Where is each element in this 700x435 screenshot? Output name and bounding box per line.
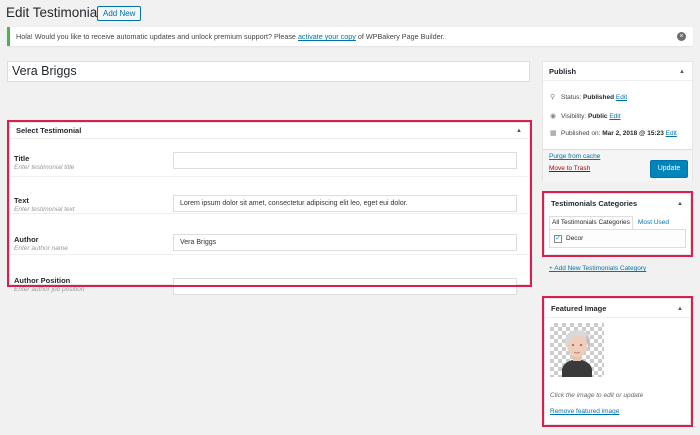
status-row: ⚲ Status: Published Edit: [550, 93, 627, 101]
publish-box: Publish ▲ ⚲ Status: Published Edit ◉ Visib…: [542, 61, 693, 181]
field-label-text: Text: [14, 196, 29, 205]
publish-title: Publish: [549, 67, 577, 76]
published-value: Mar 2, 2018 @ 15:23: [602, 130, 664, 137]
visibility-label: Visibility:: [561, 113, 587, 120]
author-position-field[interactable]: [173, 278, 517, 295]
status-edit-link[interactable]: Edit: [616, 94, 627, 101]
field-row-author-position: Author Position Enter author job positio…: [10, 255, 529, 295]
field-label-author: Author: [14, 235, 39, 244]
notice-text-suffix: of WPBakery Page Builder.: [355, 32, 445, 41]
field-hint-text: Enter testimonial text: [14, 206, 75, 213]
category-label-decor: Decor: [566, 235, 584, 242]
status-value: Published: [583, 94, 615, 101]
activate-link[interactable]: activate your copy: [298, 32, 356, 41]
publish-header[interactable]: Publish ▲: [543, 62, 692, 81]
calendar-icon: ▦: [550, 130, 557, 137]
title-field[interactable]: [173, 152, 517, 169]
update-notice: Hola! Would you like to receive automati…: [7, 27, 693, 46]
select-testimonial-box: Select Testimonial ▲ Title Enter testimo…: [9, 122, 530, 295]
field-hint-author-position: Enter author job position: [14, 286, 85, 293]
page-title: Edit Testimonial: [6, 5, 101, 20]
tab-all-categories[interactable]: All Testimonials Categories: [549, 216, 633, 229]
field-row-title: Title Enter testimonial title: [10, 140, 529, 177]
add-new-button[interactable]: Add New: [97, 6, 142, 21]
author-field[interactable]: Vera Briggs: [173, 234, 517, 251]
purge-cache-link[interactable]: Purge from cache: [549, 153, 600, 160]
dismiss-icon[interactable]: ×: [677, 32, 686, 41]
categories-title: Testimonials Categories: [551, 199, 638, 208]
post-title-input[interactable]: Vera Briggs: [7, 61, 530, 82]
field-row-text: Text Enter testimonial text Lorem ipsum …: [10, 177, 529, 214]
select-testimonial-title: Select Testimonial: [16, 126, 82, 135]
move-to-trash-link[interactable]: Move to Trash: [549, 165, 590, 172]
update-button[interactable]: Update: [650, 160, 688, 178]
pin-icon: ⚲: [550, 94, 556, 101]
category-tabs: All Testimonials Categories Most Used: [549, 216, 671, 229]
text-field[interactable]: Lorem ipsum dolor sit amet, consectetur …: [173, 195, 517, 212]
select-testimonial-header[interactable]: Select Testimonial ▲: [10, 123, 529, 139]
visibility-row: ◉ Visibility: Public Edit: [550, 112, 621, 120]
featured-image-header[interactable]: Featured Image ▲: [545, 299, 690, 318]
published-on-row: ▦ Published on: Mar 2, 2018 @ 15:23 Edit: [550, 129, 677, 137]
field-row-author: Author Enter author name Vera Briggs: [10, 214, 529, 255]
eye-icon: ◉: [550, 113, 557, 120]
field-label-title: Title: [14, 154, 30, 163]
visibility-edit-link[interactable]: Edit: [609, 113, 620, 120]
portrait-icon: [562, 330, 592, 377]
featured-image-box: Featured Image ▲ Click the image to edit…: [544, 298, 691, 425]
categories-header[interactable]: Testimonials Categories ▲: [545, 194, 690, 213]
featured-image-title: Featured Image: [551, 304, 607, 313]
field-hint-title: Enter testimonial title: [14, 164, 75, 171]
published-label: Published on:: [561, 130, 601, 137]
collapse-arrow-icon[interactable]: ▲: [677, 195, 683, 214]
decor-checkbox[interactable]: ✓: [554, 235, 562, 243]
remove-featured-image-link[interactable]: Remove featured image: [550, 408, 619, 415]
collapse-arrow-icon[interactable]: ▲: [679, 63, 685, 82]
collapse-arrow-icon[interactable]: ▲: [677, 300, 683, 319]
notice-text-prefix: Hola! Would you like to receive automati…: [16, 32, 298, 41]
categories-box: Testimonials Categories ▲ All Testimonia…: [544, 193, 691, 255]
publish-actions: Purge from cache Move to Trash Update: [543, 149, 692, 181]
field-hint-author: Enter author name: [14, 245, 68, 252]
status-label: Status:: [561, 94, 582, 101]
add-new-category-link[interactable]: + Add New Testimonials Category: [549, 265, 646, 272]
category-list: ✓ Decor: [549, 229, 686, 248]
visibility-value: Public: [587, 113, 608, 120]
published-edit-link[interactable]: Edit: [666, 130, 677, 137]
collapse-arrow-icon[interactable]: ▲: [516, 123, 522, 139]
field-label-author-position: Author Position: [14, 276, 71, 285]
featured-image-thumbnail[interactable]: [550, 323, 604, 377]
featured-image-caption: Click the image to edit or update: [550, 392, 644, 399]
